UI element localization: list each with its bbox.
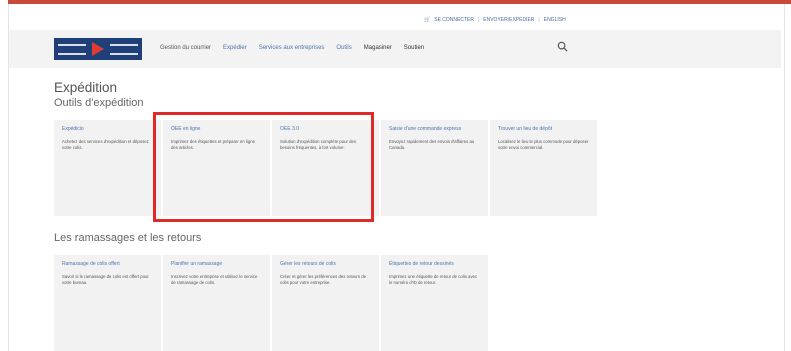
- card-title[interactable]: Expédicio: [62, 126, 153, 133]
- nav-item-expedier[interactable]: Expédier: [223, 45, 247, 51]
- section-title-pickups-returns: Les ramassages et les retours: [54, 232, 202, 244]
- logo-symbol: [90, 38, 106, 60]
- card-description: Localisez le lieu le plus commode pour d…: [498, 139, 589, 150]
- tool-card-expedicio[interactable]: Expédicio Achetez des services d'expédit…: [54, 120, 161, 216]
- nav-item-magasiner[interactable]: Magasiner: [364, 45, 392, 51]
- card-title[interactable]: Trouver un lieu de dépôt: [498, 126, 589, 133]
- utility-separator: |: [538, 17, 540, 23]
- main-nav: Gestion du courrier Expédier Services au…: [160, 45, 436, 51]
- card-description: Imprimez une étiquette de retour de coli…: [389, 274, 478, 285]
- returns-card-schedule-pickup[interactable]: Planifier un ramassage Inscrivez votre e…: [163, 255, 270, 351]
- card-title[interactable]: Ramassage de colis offert: [62, 261, 153, 268]
- card-description: Envoyez rapidement des envois d'affaires…: [389, 139, 475, 150]
- canada-post-logo[interactable]: [54, 38, 142, 60]
- card-title[interactable]: Gérer les retours de colis: [280, 261, 371, 268]
- utility-link-login[interactable]: SE CONNECTER: [434, 17, 474, 23]
- card-description: Créer et gérer les préférences des retou…: [280, 274, 366, 285]
- nav-item-soutien[interactable]: Soutien: [404, 45, 424, 51]
- tool-card-express-order[interactable]: Saisie d'une commande express Envoyez ra…: [381, 120, 488, 216]
- logo-wordmark-right: [106, 38, 142, 60]
- card-description: Achetez des services d'expédition et dép…: [62, 139, 149, 150]
- utility-separator: |: [477, 17, 480, 23]
- returns-card-manage-returns[interactable]: Gérer les retours de colis Créer et gére…: [272, 255, 379, 351]
- card-description: Inscrivez votre entreprise et utilisez l…: [171, 274, 258, 285]
- highlight-box: [153, 112, 374, 222]
- card-description: Savoir si le ramassage de colis est offe…: [62, 274, 149, 285]
- returns-card-pickup-available[interactable]: Ramassage de colis offert Savoir si le r…: [54, 255, 161, 351]
- returns-card-return-labels[interactable]: Étiquettes de retour dessinés Imprimez u…: [381, 255, 488, 351]
- card-title[interactable]: Planifier un ramassage: [171, 261, 262, 268]
- nav-item-courrier[interactable]: Gestion du courrier: [160, 45, 211, 51]
- nav-item-outils[interactable]: Outils: [336, 45, 351, 51]
- search-icon[interactable]: [557, 41, 568, 52]
- section-title-tools: Outils d'expédition: [54, 97, 144, 109]
- page-title: Expédition: [54, 80, 118, 95]
- card-title[interactable]: Saisie d'une commande express: [389, 126, 480, 133]
- logo-wordmark-left: [54, 38, 90, 60]
- card-title[interactable]: Étiquettes de retour dessinés: [389, 261, 480, 268]
- nav-item-entreprises[interactable]: Services aux entreprises: [259, 45, 325, 51]
- utility-links: 🛒 SE CONNECTER | ENVOYER/EXPÉDIER | ENGL…: [424, 17, 566, 23]
- tool-card-find-depot[interactable]: Trouver un lieu de dépôt Localisez le li…: [490, 120, 597, 216]
- cart-icon[interactable]: 🛒: [424, 17, 430, 23]
- utility-link-language[interactable]: ENGLISH: [544, 17, 566, 23]
- utility-link-send[interactable]: ENVOYER/EXPÉDIER: [483, 17, 534, 23]
